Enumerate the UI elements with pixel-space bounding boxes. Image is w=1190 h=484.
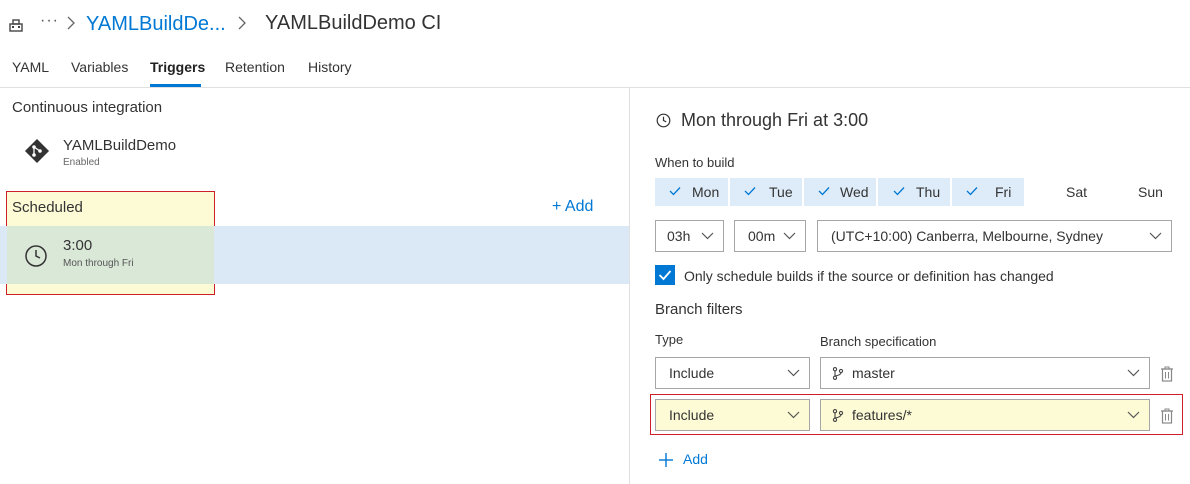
active-tab-indicator <box>150 84 201 87</box>
branch-spec-column-header: Branch specification <box>820 334 937 349</box>
chevron-down-icon <box>1127 411 1140 419</box>
chevron-down-icon <box>1127 369 1140 377</box>
day-toggle-sat[interactable]: Sat <box>1026 178 1098 206</box>
filter-type-select[interactable]: Include <box>655 357 810 389</box>
chevron-down-icon <box>783 232 796 240</box>
tab-triggers[interactable]: Triggers <box>150 59 205 75</box>
ci-section-title: Continuous integration <box>12 99 163 116</box>
filter-type-value: Include <box>669 407 715 423</box>
type-column-header: Type <box>655 332 684 347</box>
ci-repo-name[interactable]: YAMLBuildDemo <box>63 137 176 154</box>
day-label: Sun <box>1138 184 1163 200</box>
tab-yaml[interactable]: YAML <box>12 59 49 75</box>
chevron-down-icon <box>787 369 800 377</box>
schedule-time: 3:00 <box>63 237 93 254</box>
branch-icon <box>832 367 844 380</box>
filter-type-value: Include <box>669 365 715 381</box>
schedule-detail-title: Mon through Fri at 3:00 <box>681 110 869 130</box>
branch-spec-select[interactable]: features/* <box>820 399 1150 431</box>
chevron-right-icon <box>238 16 246 30</box>
day-toggle-thu[interactable]: Thu <box>878 178 950 206</box>
branch-spec-value: features/* <box>852 407 912 423</box>
triggers-list-panel: Continuous integration YAMLBuildDemo Ena… <box>0 88 629 484</box>
day-label: Mon <box>692 184 720 200</box>
panel-divider <box>629 88 630 484</box>
when-to-build-label: When to build <box>655 155 735 170</box>
day-label: Wed <box>840 184 869 200</box>
delete-icon[interactable] <box>1160 366 1174 382</box>
branch-spec-select[interactable]: master <box>820 357 1150 389</box>
only-changed-label: Only schedule builds if the source or de… <box>684 268 1054 284</box>
delete-icon[interactable] <box>1160 408 1174 424</box>
clock-icon <box>656 113 671 128</box>
tab-bar: YAML Variables Triggers Retention Histor… <box>0 52 1190 88</box>
chevron-down-icon <box>787 411 800 419</box>
tab-history[interactable]: History <box>308 59 352 75</box>
page-title: YAMLBuildDemo CI <box>265 12 442 34</box>
minute-select[interactable]: 00m <box>734 220 806 252</box>
checkmark-icon <box>658 270 672 281</box>
day-toggle-wed[interactable]: Wed <box>804 178 876 206</box>
day-label: Tue <box>769 184 793 200</box>
checkmark-icon <box>669 187 681 196</box>
day-label: Fri <box>995 184 1012 200</box>
filter-type-select[interactable]: Include <box>655 399 810 431</box>
header: ··· YAMLBuildDe... YAMLBuildDemo CI <box>0 0 1190 50</box>
hour-value: 03h <box>667 228 691 244</box>
add-schedule-button[interactable]: + Add <box>552 198 593 216</box>
day-label: Thu <box>916 184 941 200</box>
plus-icon <box>659 453 673 467</box>
hour-select[interactable]: 03h <box>655 220 724 252</box>
checkmark-icon <box>893 187 905 196</box>
schedule-days: Mon through Fri <box>63 258 134 269</box>
branch-filters-title: Branch filters <box>655 301 743 318</box>
only-changed-checkbox[interactable] <box>655 265 675 285</box>
tab-variables[interactable]: Variables <box>71 59 128 75</box>
breadcrumb-more-button[interactable]: ··· <box>40 12 59 30</box>
chevron-down-icon <box>1149 232 1162 240</box>
clock-icon <box>25 245 47 267</box>
checkmark-icon <box>966 187 978 196</box>
add-branch-filter-label: Add <box>683 451 708 467</box>
branch-spec-value: master <box>852 365 895 381</box>
chevron-right-icon <box>67 16 75 30</box>
checkmark-icon <box>744 187 756 196</box>
project-icon[interactable] <box>9 18 23 32</box>
git-icon <box>24 138 50 164</box>
chevron-down-icon <box>701 232 714 240</box>
day-toggle-fri[interactable]: Fri <box>952 178 1024 206</box>
day-toggle-mon[interactable]: Mon <box>655 178 728 206</box>
schedule-list-item[interactable] <box>0 226 629 284</box>
day-toggle-sun[interactable]: Sun <box>1100 178 1172 206</box>
day-toggle-tue[interactable]: Tue <box>730 178 802 206</box>
ci-repo-status: Enabled <box>63 157 100 168</box>
day-label: Sat <box>1066 184 1088 200</box>
scheduled-section-title: Scheduled <box>12 199 83 216</box>
branch-icon <box>832 409 844 422</box>
tab-retention[interactable]: Retention <box>225 59 285 75</box>
timezone-value: (UTC+10:00) Canberra, Melbourne, Sydney <box>831 228 1103 244</box>
minute-value: 00m <box>748 228 776 244</box>
checkmark-icon <box>818 187 830 196</box>
breadcrumb-project-link[interactable]: YAMLBuildDe... <box>86 13 226 36</box>
timezone-select[interactable]: (UTC+10:00) Canberra, Melbourne, Sydney <box>817 220 1172 252</box>
